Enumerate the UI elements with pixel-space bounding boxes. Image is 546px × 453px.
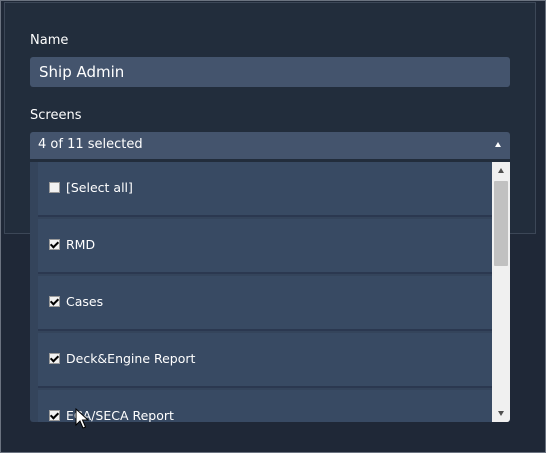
checkbox[interactable] <box>49 410 60 421</box>
dropdown-item-label: [Select all] <box>66 180 133 195</box>
dropdown-item-label: RMD <box>66 237 96 252</box>
screens-dropdown-list[interactable]: [Select all] RMD Cases Deck&Engine Repor… <box>30 162 510 422</box>
caret-up-icon[interactable] <box>495 142 501 147</box>
checkbox[interactable] <box>49 353 60 364</box>
dropdown-item-eca-seca-report[interactable]: ECA/SECA Report <box>38 390 510 422</box>
checkbox[interactable] <box>49 239 60 250</box>
scroll-up-arrow-icon[interactable] <box>498 168 504 173</box>
dropdown-item-rmd[interactable]: RMD <box>38 219 510 274</box>
screens-multiselect[interactable]: 4 of 11 selected <box>30 132 510 159</box>
checkbox[interactable] <box>49 182 60 193</box>
dropdown-item-select-all[interactable]: [Select all] <box>38 162 510 217</box>
name-label: Name <box>30 33 69 48</box>
scroll-thumb[interactable] <box>494 181 508 266</box>
mouse-cursor-icon <box>75 408 89 429</box>
screens-selected-text: 4 of 11 selected <box>38 137 143 152</box>
dropdown-scrollbar[interactable] <box>492 162 510 422</box>
dropdown-item-cases[interactable]: Cases <box>38 276 510 331</box>
screens-label: Screens <box>30 108 82 123</box>
dropdown-item-deck-engine-report[interactable]: Deck&Engine Report <box>38 333 510 388</box>
name-input[interactable]: Ship Admin <box>30 57 510 87</box>
dropdown-item-label: Deck&Engine Report <box>66 351 196 366</box>
checkbox[interactable] <box>49 296 60 307</box>
scroll-down-arrow-icon[interactable] <box>498 411 504 416</box>
dropdown-item-label: Cases <box>66 294 104 309</box>
